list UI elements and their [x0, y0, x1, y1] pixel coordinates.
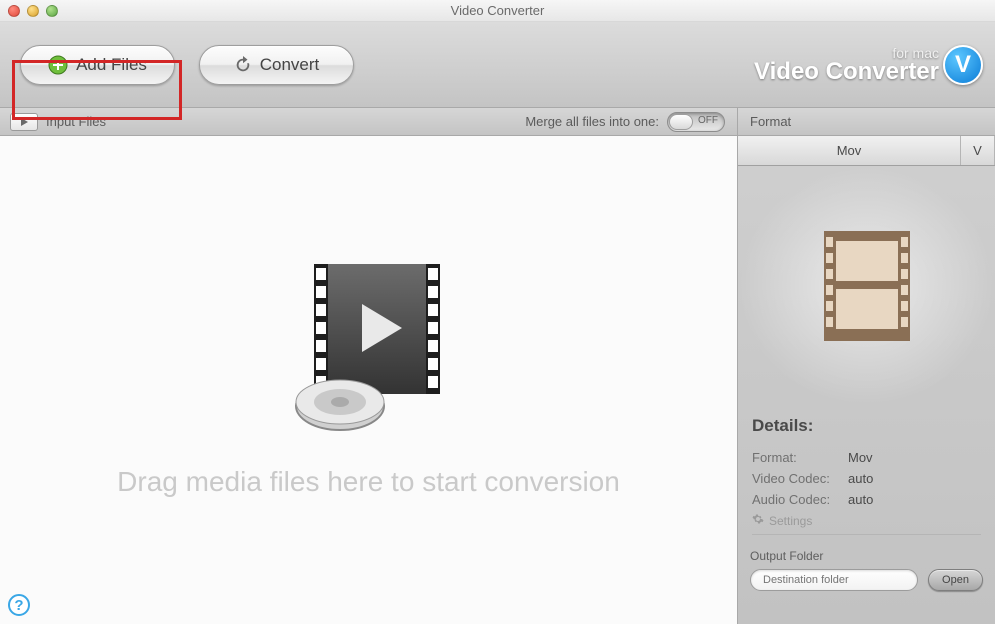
add-files-label: Add Files	[76, 55, 147, 75]
add-files-button[interactable]: Add Files	[20, 45, 175, 85]
subheader-left: Input Files Merge all files into one: OF…	[0, 112, 737, 132]
refresh-icon	[234, 56, 252, 74]
output-folder-label: Output Folder	[750, 549, 983, 563]
details-heading: Details:	[752, 416, 981, 436]
body: Drag media files here to start conversio…	[0, 136, 995, 624]
convert-button[interactable]: Convert	[199, 45, 354, 85]
format-header: Format	[737, 108, 995, 135]
subheader: Input Files Merge all files into one: OF…	[0, 108, 995, 136]
app-window: Video Converter Add Files Convert for ma…	[0, 0, 995, 624]
detail-format-row: Format: Mov	[752, 450, 981, 465]
titlebar: Video Converter	[0, 0, 995, 22]
input-files-icon[interactable]	[10, 113, 38, 131]
detail-format-value: Mov	[848, 450, 873, 465]
destination-folder-input[interactable]	[750, 569, 918, 591]
toolbar: Add Files Convert for mac Video Converte…	[0, 22, 995, 108]
format-sidebar: Mov V Details:	[737, 136, 995, 624]
merge-control: Merge all files into one: OFF	[525, 112, 737, 132]
format-preview	[738, 166, 995, 406]
format-tabs: Mov V	[738, 136, 995, 166]
gear-icon	[752, 513, 764, 528]
toggle-state: OFF	[698, 115, 718, 126]
brand-logo-icon: V	[943, 45, 983, 85]
convert-label: Convert	[260, 55, 320, 75]
input-files-label: Input Files	[46, 114, 106, 129]
output-section: Output Folder Open	[738, 541, 995, 603]
help-button[interactable]: ?	[8, 594, 30, 616]
window-title: Video Converter	[0, 3, 995, 18]
settings-label: Settings	[769, 514, 812, 528]
format-tab-secondary[interactable]: V	[961, 136, 995, 165]
filmstrip-icon	[824, 231, 910, 341]
brand: for mac Video Converter V	[754, 45, 983, 85]
detail-video-codec-row: Video Codec: auto	[752, 471, 981, 486]
dropzone[interactable]: Drag media files here to start conversio…	[0, 136, 737, 624]
brand-title: Video Converter	[754, 60, 939, 84]
detail-video-codec-value: auto	[848, 471, 873, 486]
dropzone-hint: Drag media files here to start conversio…	[0, 466, 737, 498]
detail-audio-codec-value: auto	[848, 492, 873, 507]
details-panel: Details: Format: Mov Video Codec: auto A…	[738, 406, 995, 541]
detail-audio-codec-key: Audio Codec:	[752, 492, 842, 507]
format-header-label: Format	[750, 114, 791, 129]
media-placeholder-icon	[274, 256, 464, 441]
detail-video-codec-key: Video Codec:	[752, 471, 842, 486]
detail-format-key: Format:	[752, 450, 842, 465]
detail-audio-codec-row: Audio Codec: auto	[752, 492, 981, 507]
merge-label: Merge all files into one:	[525, 114, 659, 129]
settings-button[interactable]: Settings	[752, 513, 981, 535]
merge-toggle[interactable]: OFF	[667, 112, 725, 132]
format-tab-main[interactable]: Mov	[738, 136, 961, 165]
plus-icon	[48, 55, 68, 75]
brand-text: for mac Video Converter	[754, 46, 939, 84]
open-folder-button[interactable]: Open	[928, 569, 983, 591]
toggle-knob	[669, 114, 693, 130]
